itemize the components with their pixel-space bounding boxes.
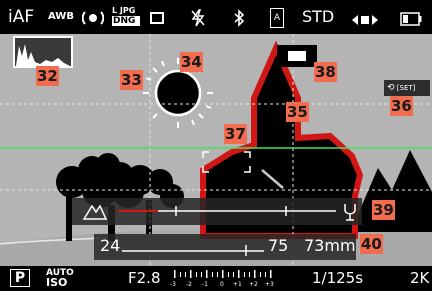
exposure-scale: -3 -2 -1 0 +1 +2 +3 (170, 268, 290, 290)
callout-38: 38 (314, 62, 337, 82)
exposure-mode[interactable]: P (10, 269, 30, 287)
focus-mode[interactable]: iAF (8, 6, 34, 28)
scale-label-0: 0 (220, 281, 224, 288)
callout-40: 40 (360, 234, 383, 254)
orientation-badge[interactable]: ⟲ [SET] (384, 80, 430, 96)
file-format-bottom: DNG (112, 16, 140, 26)
metering-icon[interactable] (81, 10, 105, 26)
callout-34: 34 (180, 52, 203, 72)
callout-36: 36 (390, 96, 413, 116)
scale-label-p3: +3 (265, 281, 274, 288)
flash-preview-icon (277, 45, 317, 67)
stabilization-letter: A (273, 13, 281, 23)
zoom-current: 73mm (304, 236, 356, 255)
camera-screen: iAF AWB L JPG DNG A STD ⟲ [SET] 24 75 73… (0, 0, 432, 291)
scale-label-m3: -3 (170, 281, 176, 288)
scale-label-m2: -2 (186, 281, 192, 288)
battery-icon (400, 10, 422, 26)
drive-mode-icon[interactable] (150, 12, 164, 24)
top-status-bar: iAF AWB L JPG DNG A STD (0, 0, 432, 34)
histogram-icon (13, 36, 73, 68)
exposure-compensation-icon[interactable] (350, 11, 380, 25)
scale-label-p1: +1 (233, 281, 242, 288)
aperture-value[interactable]: F2.8 (128, 267, 160, 290)
callout-37: 37 (224, 124, 247, 144)
zoom-min: 24 (100, 236, 121, 255)
zoom-mid: 75 (268, 236, 289, 255)
rotate-icon: ⟲ (387, 83, 395, 93)
shutter-speed[interactable]: 1/125s (312, 267, 363, 290)
bottom-status-bar: P AUTO ISO F2.8 -3 -2 -1 0 +1 +2 +3 1/12… (0, 266, 432, 291)
file-format-top: L JPG (112, 6, 136, 15)
remaining-shots: 2K (410, 269, 430, 287)
bluetooth-icon[interactable] (232, 9, 246, 27)
file-format[interactable]: L JPG DNG (112, 6, 140, 30)
stabilization-icon[interactable]: A (270, 8, 284, 28)
iso[interactable]: AUTO ISO (46, 268, 74, 291)
callout-39: 39 (372, 200, 395, 220)
user-profile[interactable]: STD (302, 6, 334, 28)
callout-35: 35 (286, 102, 309, 122)
orientation-badge-label: [SET] (396, 84, 416, 92)
scale-label-p2: +2 (249, 281, 258, 288)
scale-label-m1: -1 (202, 281, 208, 288)
white-balance[interactable]: AWB (48, 6, 74, 28)
iso-label: ISO (46, 276, 68, 289)
callout-33: 33 (120, 70, 143, 90)
callout-32: 32 (36, 66, 59, 86)
flash-off-icon[interactable] (190, 9, 206, 27)
